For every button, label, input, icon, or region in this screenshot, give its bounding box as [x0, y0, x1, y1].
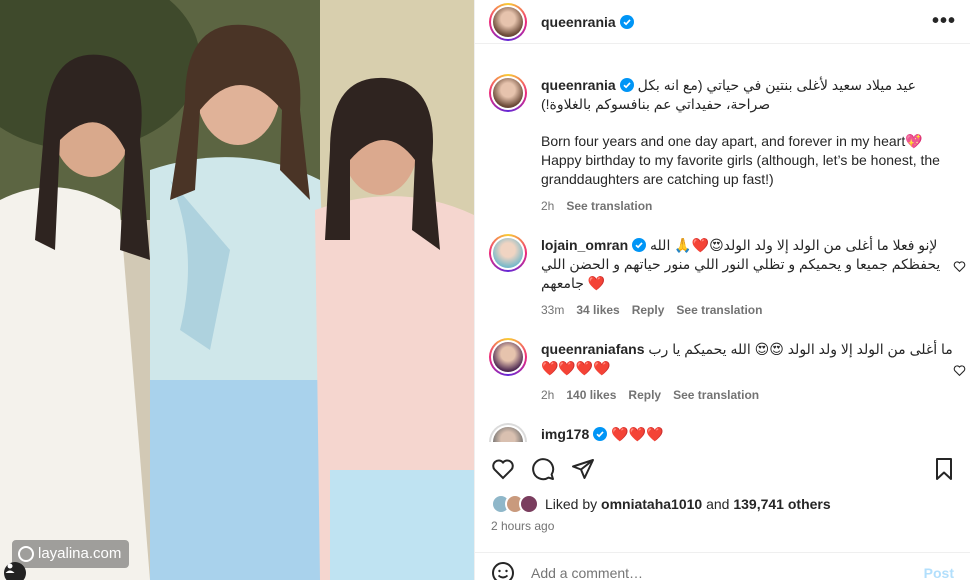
- caption-text-english-1: Born four years and one day apart, and f…: [541, 133, 923, 149]
- like-comment-heart-icon[interactable]: [953, 260, 966, 273]
- comment-username[interactable]: img178: [541, 426, 589, 442]
- verified-badge-icon: [593, 427, 608, 441]
- watermark-text: layalina.com: [38, 545, 122, 562]
- avatar[interactable]: [489, 2, 527, 41]
- post-timestamp[interactable]: 2 hours ago: [491, 519, 554, 533]
- avatar[interactable]: [489, 234, 527, 272]
- comment-time: 33m: [541, 303, 565, 317]
- comment-username[interactable]: lojain_omran: [541, 237, 628, 253]
- comment-item: img178 ❤️❤️❤️: [475, 405, 970, 442]
- verified-badge-icon: [632, 238, 647, 252]
- comment-bubble-icon[interactable]: [531, 457, 555, 481]
- copyright-icon: [18, 546, 34, 562]
- liked-by-prefix: Liked by: [545, 496, 598, 512]
- caption: queenrania عيد ميلاد سعيد لأغلى بنتين في…: [475, 56, 970, 216]
- user-tag-icon[interactable]: [4, 562, 26, 580]
- emoji-icon[interactable]: [491, 561, 515, 580]
- comment-time: 2h: [541, 388, 555, 402]
- caption-username[interactable]: queenrania: [541, 77, 616, 93]
- comment-text: ❤️❤️❤️: [611, 426, 664, 442]
- post-photo[interactable]: layalina.com: [0, 0, 474, 580]
- avatar[interactable]: [489, 338, 527, 376]
- like-comment-heart-icon[interactable]: [953, 364, 966, 377]
- comment-item: lojain_omran لإنو فعلا ما أغلى من الولد …: [475, 216, 970, 320]
- avatar[interactable]: [489, 423, 527, 442]
- bookmark-save-icon[interactable]: [932, 457, 956, 481]
- share-send-icon[interactable]: [571, 457, 595, 481]
- verified-badge-icon: [619, 78, 634, 92]
- post-panel: queenrania ••• queenrania عيد ميلاد سعيد…: [474, 0, 970, 580]
- likes-summary: Liked by omniataha1010 and 139,741 other…: [491, 494, 831, 514]
- comment-item: queenraniafans ما أغلى من الولد إلا ولد …: [475, 320, 970, 405]
- see-translation-link[interactable]: See translation: [566, 197, 652, 216]
- reply-button[interactable]: Reply: [628, 386, 661, 405]
- liked-by-and: and: [706, 496, 730, 512]
- likes-count[interactable]: 139,741 others: [733, 496, 830, 512]
- action-bar: [491, 456, 956, 482]
- reply-button[interactable]: Reply: [632, 301, 665, 320]
- more-options-icon[interactable]: •••: [932, 10, 956, 33]
- comment-likes[interactable]: 140 likes: [566, 386, 616, 405]
- see-translation-link[interactable]: See translation: [676, 301, 762, 320]
- verified-badge-icon: [619, 14, 634, 29]
- comments-list: queenrania عيد ميلاد سعيد لأغلى بنتين في…: [475, 56, 970, 442]
- avatar[interactable]: [489, 74, 527, 112]
- comment-username[interactable]: queenraniafans: [541, 341, 644, 357]
- photo-illustration: [0, 0, 474, 580]
- watermark: layalina.com: [12, 540, 130, 568]
- liker-avatars[interactable]: [491, 494, 539, 514]
- post-comment-button[interactable]: Post: [924, 565, 954, 580]
- add-comment-input[interactable]: [531, 564, 924, 580]
- liked-by-user[interactable]: omniataha1010: [601, 496, 702, 512]
- see-translation-link[interactable]: See translation: [673, 386, 759, 405]
- caption-time: 2h: [541, 199, 555, 213]
- like-heart-icon[interactable]: [491, 457, 515, 481]
- post-header: queenrania •••: [475, 0, 970, 44]
- add-comment-bar: Post: [475, 552, 970, 580]
- comment-likes[interactable]: 34 likes: [576, 301, 619, 320]
- caption-text-english-2: Happy birthday to my favorite girls (alt…: [541, 152, 940, 187]
- post-username[interactable]: queenrania: [541, 14, 616, 30]
